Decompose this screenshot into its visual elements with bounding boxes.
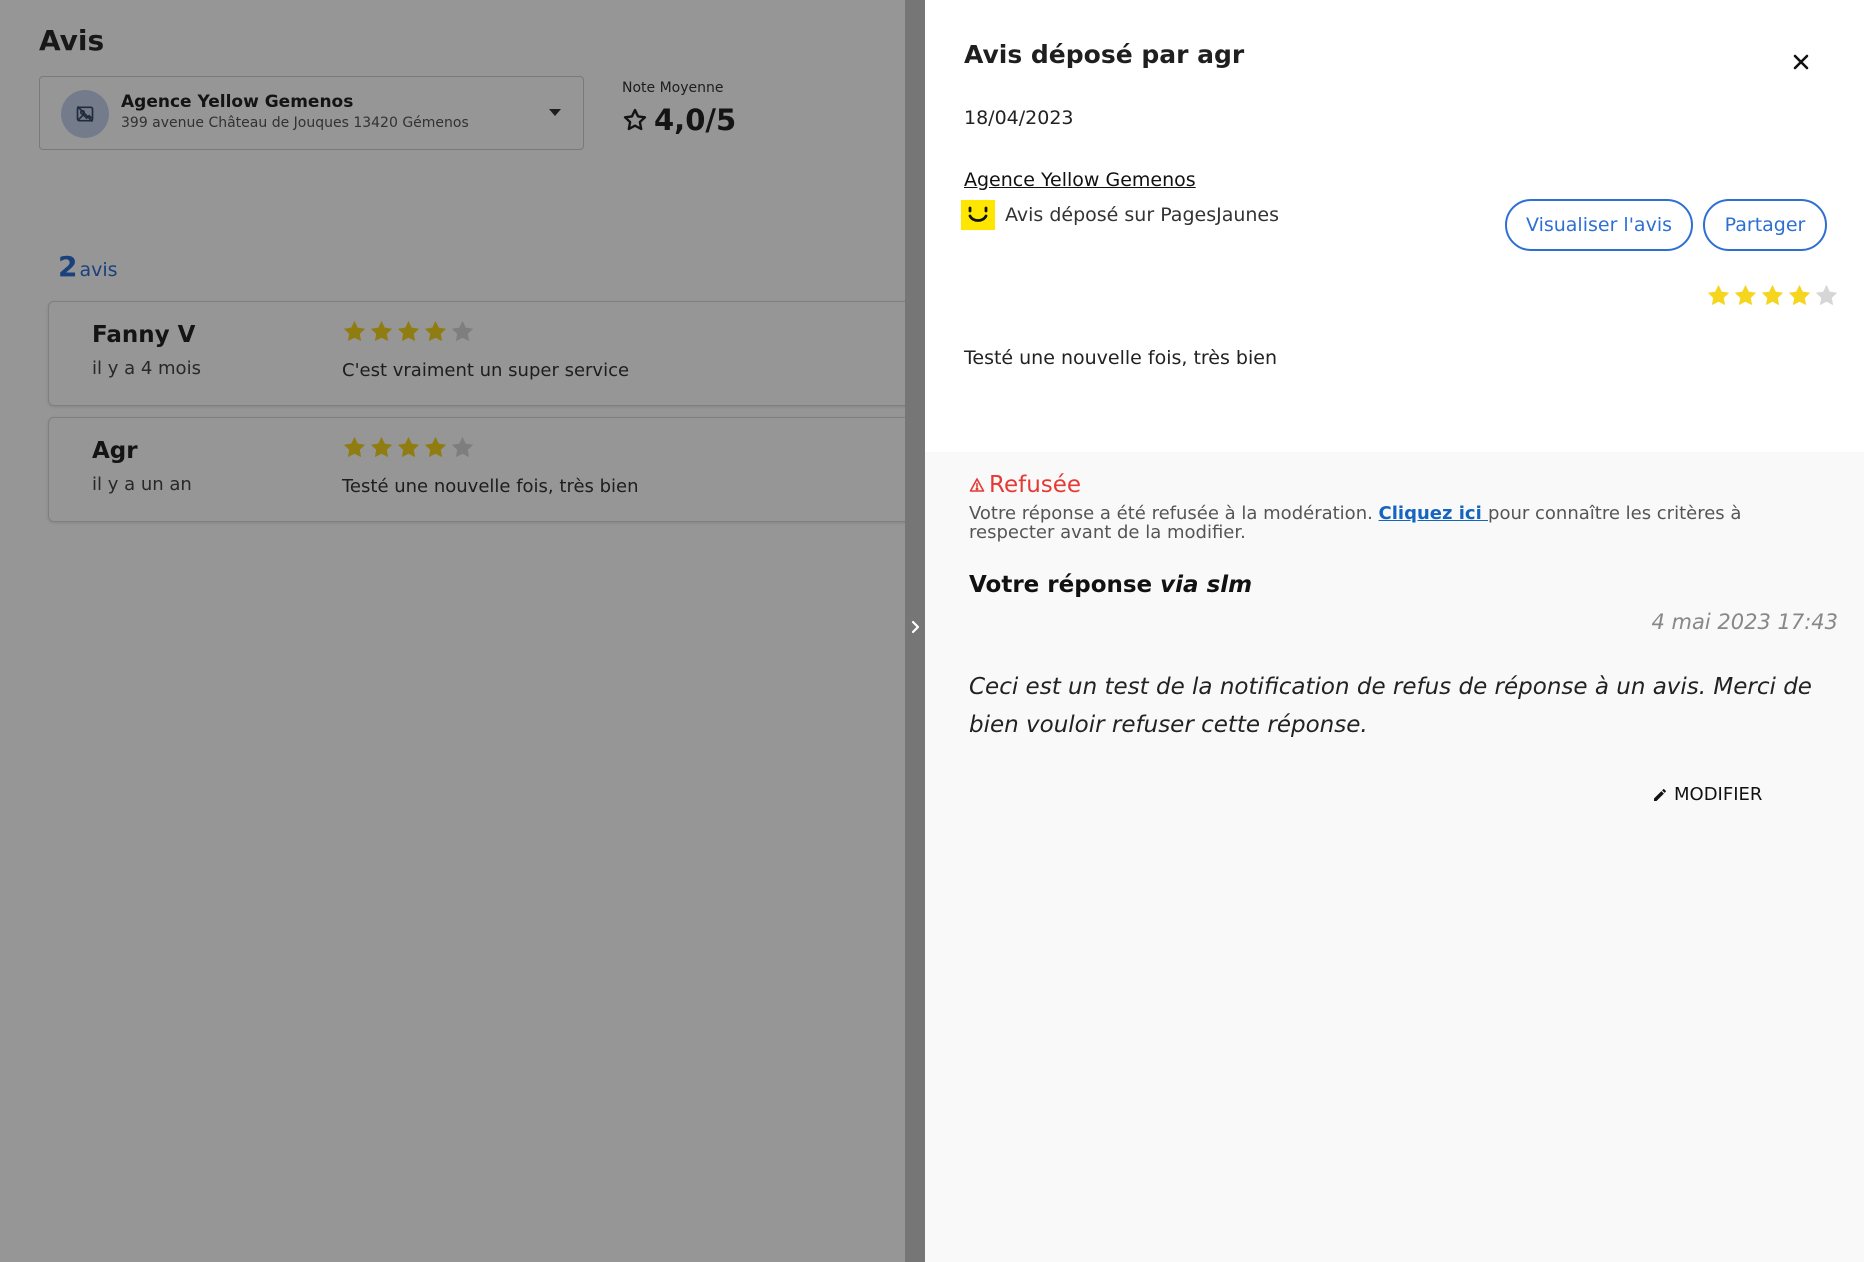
- view-review-button[interactable]: Visualiser l'avis: [1505, 199, 1693, 251]
- refused-note: Votre réponse a été refusée à la modérat…: [969, 504, 1829, 542]
- star-rating: [1705, 282, 1840, 309]
- star-empty-icon: [1815, 284, 1838, 306]
- response-status: Refusée: [969, 472, 1081, 498]
- star-filled-icon: [1788, 284, 1811, 306]
- modify-button[interactable]: MODIFIER: [1652, 784, 1762, 805]
- pagesjaunes-logo: [961, 200, 995, 230]
- refused-note-text: Votre réponse a été refusée à la modérat…: [969, 503, 1379, 524]
- share-button[interactable]: Partager: [1703, 199, 1827, 251]
- response-heading-via: via slm: [1160, 572, 1253, 598]
- review-source-text: Avis déposé sur PagesJaunes: [1005, 204, 1280, 226]
- close-button[interactable]: [1787, 48, 1815, 76]
- star-filled-icon: [1734, 284, 1757, 306]
- review-detail-drawer: Avis déposé par agr 18/04/2023 Agence Ye…: [925, 0, 1864, 1262]
- close-icon[interactable]: [1791, 52, 1811, 72]
- response-text: Ceci est un test de la notification de r…: [969, 674, 1812, 738]
- star-filled-icon: [1707, 284, 1730, 306]
- chevron-right-icon[interactable]: [909, 620, 921, 634]
- review-date: 18/04/2023: [964, 107, 1074, 129]
- warning-icon: [969, 478, 985, 492]
- modify-label: MODIFIER: [1674, 784, 1763, 805]
- response-date: 4 mai 2023 17:43: [1651, 610, 1838, 634]
- drawer-splitter[interactable]: [905, 0, 925, 1262]
- review-text: Testé une nouvelle fois, très bien: [964, 347, 1277, 369]
- agency-link[interactable]: Agence Yellow Gemenos: [964, 169, 1196, 191]
- response-status-label: Refusée: [989, 472, 1082, 498]
- star-filled-icon: [1761, 284, 1784, 306]
- response-heading-prefix: Votre réponse: [969, 572, 1161, 598]
- modal-backdrop[interactable]: [0, 0, 905, 1262]
- response-heading: Votre réponse via slm: [969, 572, 1252, 598]
- pencil-icon: [1654, 788, 1666, 801]
- review-source: Avis déposé sur PagesJaunes: [961, 200, 1279, 230]
- criteria-link[interactable]: Cliquez ici: [1379, 503, 1488, 524]
- drawer-title: Avis déposé par agr: [964, 40, 1245, 69]
- response-section: Refusée Votre réponse a été refusée à la…: [925, 452, 1864, 1262]
